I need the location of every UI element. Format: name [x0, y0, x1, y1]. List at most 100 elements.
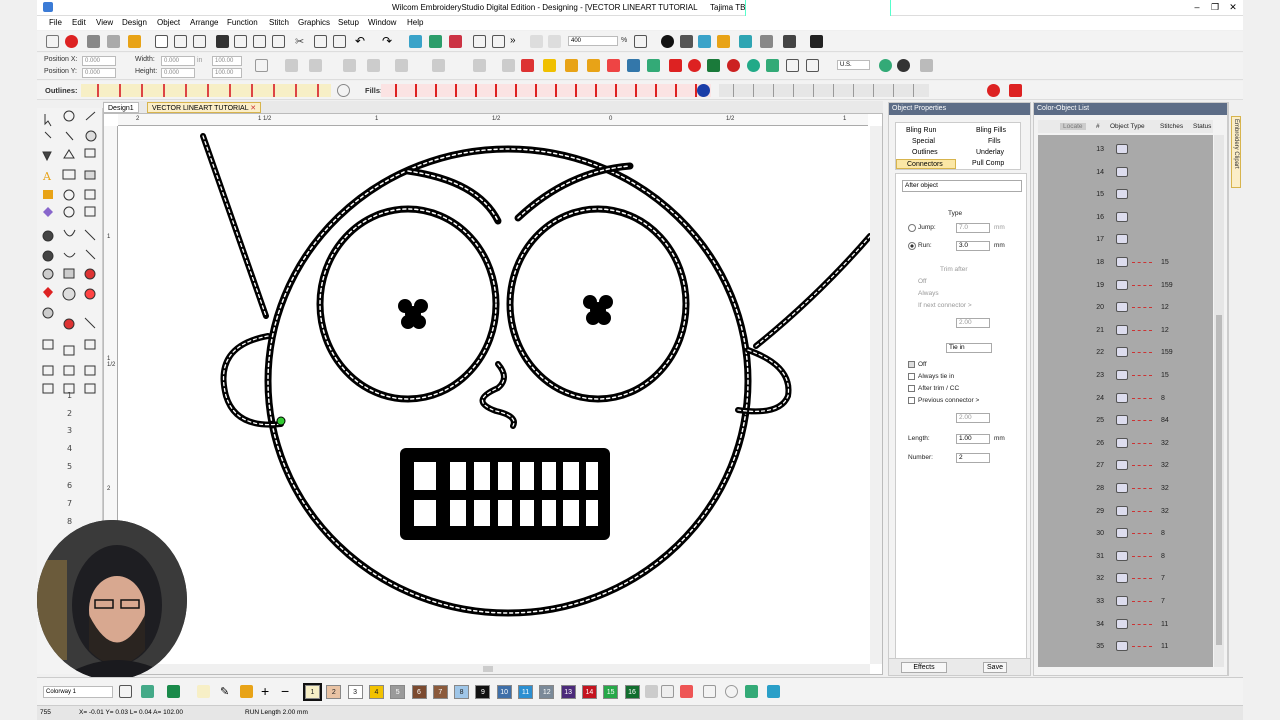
motif-icon[interactable]: [587, 59, 600, 72]
fill-extra-icon[interactable]: [697, 84, 710, 97]
embroidery-design[interactable]: [118, 126, 870, 666]
lock-proportion-icon[interactable]: [255, 59, 268, 72]
thread-icon[interactable]: [197, 685, 210, 698]
locate-header[interactable]: Locate: [1060, 123, 1086, 130]
list-row[interactable]: 18 15: [1038, 252, 1213, 274]
menu-setup[interactable]: Setup: [338, 18, 359, 27]
list-row[interactable]: 30 8: [1038, 523, 1213, 545]
trim-off-option[interactable]: Off: [918, 278, 927, 285]
restore-icon[interactable]: ❐: [1209, 2, 1221, 13]
menu-view[interactable]: View: [96, 18, 113, 27]
applique-icon[interactable]: [647, 59, 660, 72]
thread-swatch[interactable]: 12: [539, 685, 555, 699]
image-icon[interactable]: [627, 59, 640, 72]
list-row[interactable]: 19 159: [1038, 275, 1213, 297]
tools-icon[interactable]: [107, 35, 120, 48]
grid-palette-icon[interactable]: [141, 685, 154, 698]
toolbox-icons[interactable]: A 1 2 3 4 5 6 7 8: [37, 108, 103, 528]
trim-next-input[interactable]: 2.00: [956, 318, 990, 328]
cursor-icon[interactable]: [897, 59, 910, 72]
height-input[interactable]: 0.000: [161, 68, 195, 78]
list-row[interactable]: 33 7: [1038, 591, 1213, 613]
color-icon[interactable]: [688, 59, 701, 72]
measure-unit-icon[interactable]: [879, 59, 892, 72]
thread-swatch[interactable]: 7: [432, 685, 448, 699]
list-row[interactable]: 17: [1038, 229, 1213, 251]
horizontal-scrollbar[interactable]: [118, 664, 870, 674]
paste-icon[interactable]: [333, 35, 346, 48]
number-input[interactable]: 2: [956, 453, 990, 463]
previous-connector-checkbox[interactable]: [908, 397, 915, 404]
thread-swatch[interactable]: 3: [347, 685, 363, 699]
thread-swatch[interactable]: 11: [518, 685, 533, 699]
hoop-select-icon[interactable]: [767, 685, 780, 698]
scroll-thumb[interactable]: [483, 666, 493, 672]
list-scrollbar[interactable]: [1214, 135, 1224, 667]
tatami-icon[interactable]: [543, 59, 556, 72]
settings-icon[interactable]: [680, 35, 693, 48]
cross-icon[interactable]: [607, 59, 620, 72]
info-icon[interactable]: [661, 35, 674, 48]
jump-radio[interactable]: [908, 224, 916, 232]
3d-view-icon[interactable]: [745, 685, 758, 698]
zoom-input[interactable]: 400: [568, 36, 618, 46]
tab-pull-comp[interactable]: Pull Comp: [972, 159, 1004, 169]
effect-buttons[interactable]: [719, 84, 929, 97]
thread-swatch[interactable]: 13: [560, 685, 576, 699]
position-x-input[interactable]: 0.000: [82, 56, 116, 66]
cut-icon[interactable]: ✂: [295, 35, 308, 48]
tie-off-checkbox[interactable]: [908, 361, 915, 368]
list-row[interactable]: 29 32: [1038, 501, 1213, 523]
grid-view-icon[interactable]: [786, 59, 799, 72]
list-row[interactable]: 23 15: [1038, 365, 1213, 387]
thread-swatch[interactable]: 1: [303, 683, 322, 701]
home-icon[interactable]: [46, 35, 59, 48]
list-row[interactable]: 13: [1038, 139, 1213, 161]
connector-position-select[interactable]: After object: [902, 180, 1022, 192]
library-icon[interactable]: [128, 35, 141, 48]
thread-swatch[interactable]: 16: [624, 685, 640, 699]
list-row[interactable]: 32 7: [1038, 568, 1213, 590]
zoom-box-icon[interactable]: [548, 35, 561, 48]
trim-always-option[interactable]: Always: [918, 290, 939, 297]
color-sort-icon[interactable]: [645, 685, 658, 698]
thread-swatch[interactable]: 4: [368, 685, 384, 699]
tie-in-select[interactable]: Tie in: [946, 343, 992, 353]
distribute-icon[interactable]: [309, 59, 322, 72]
tab-outlines[interactable]: Outlines: [912, 148, 938, 158]
thread-swatch[interactable]: 14: [581, 685, 597, 699]
list-row[interactable]: 14: [1038, 162, 1213, 184]
effects-button[interactable]: Effects: [901, 662, 947, 673]
machine-icon[interactable]: [783, 35, 796, 48]
save-icon[interactable]: [216, 35, 229, 48]
menu-help[interactable]: Help: [407, 18, 423, 27]
underlay-icon[interactable]: [502, 59, 515, 72]
color-blocks-icon[interactable]: [680, 685, 693, 698]
fill-stitch-buttons[interactable]: [381, 84, 711, 97]
paint-icon[interactable]: [240, 685, 253, 698]
open-folder-icon[interactable]: [193, 35, 206, 48]
hoop-view-icon[interactable]: [727, 59, 740, 72]
previous-connector-input[interactable]: 2.00: [956, 413, 990, 423]
menu-object[interactable]: Object: [157, 18, 180, 27]
thread-swatch[interactable]: 9: [475, 685, 491, 699]
thread-swatch[interactable]: 2: [326, 685, 342, 699]
menu-function[interactable]: Function: [227, 18, 258, 27]
list-row[interactable]: 28 32: [1038, 478, 1213, 500]
skew-icon[interactable]: [395, 59, 408, 72]
zoom-fit-icon[interactable]: [634, 35, 647, 48]
list-row[interactable]: 15: [1038, 184, 1213, 206]
align-icon[interactable]: [285, 59, 298, 72]
run-radio[interactable]: [908, 242, 916, 250]
pattern-icon[interactable]: [565, 59, 578, 72]
copy-icon[interactable]: [314, 35, 327, 48]
tab-underlay[interactable]: Underlay: [976, 148, 1004, 158]
mirror-icon[interactable]: [343, 59, 356, 72]
length-input[interactable]: 1.00: [956, 434, 990, 444]
ring-view-icon[interactable]: [725, 685, 738, 698]
fast-forward-icon[interactable]: »: [510, 35, 523, 48]
stitch-edit-icon[interactable]: [492, 35, 505, 48]
travel-icon[interactable]: [449, 35, 462, 48]
trim-next-option[interactable]: If next connector >: [918, 302, 972, 309]
new-icon[interactable]: [155, 35, 168, 48]
